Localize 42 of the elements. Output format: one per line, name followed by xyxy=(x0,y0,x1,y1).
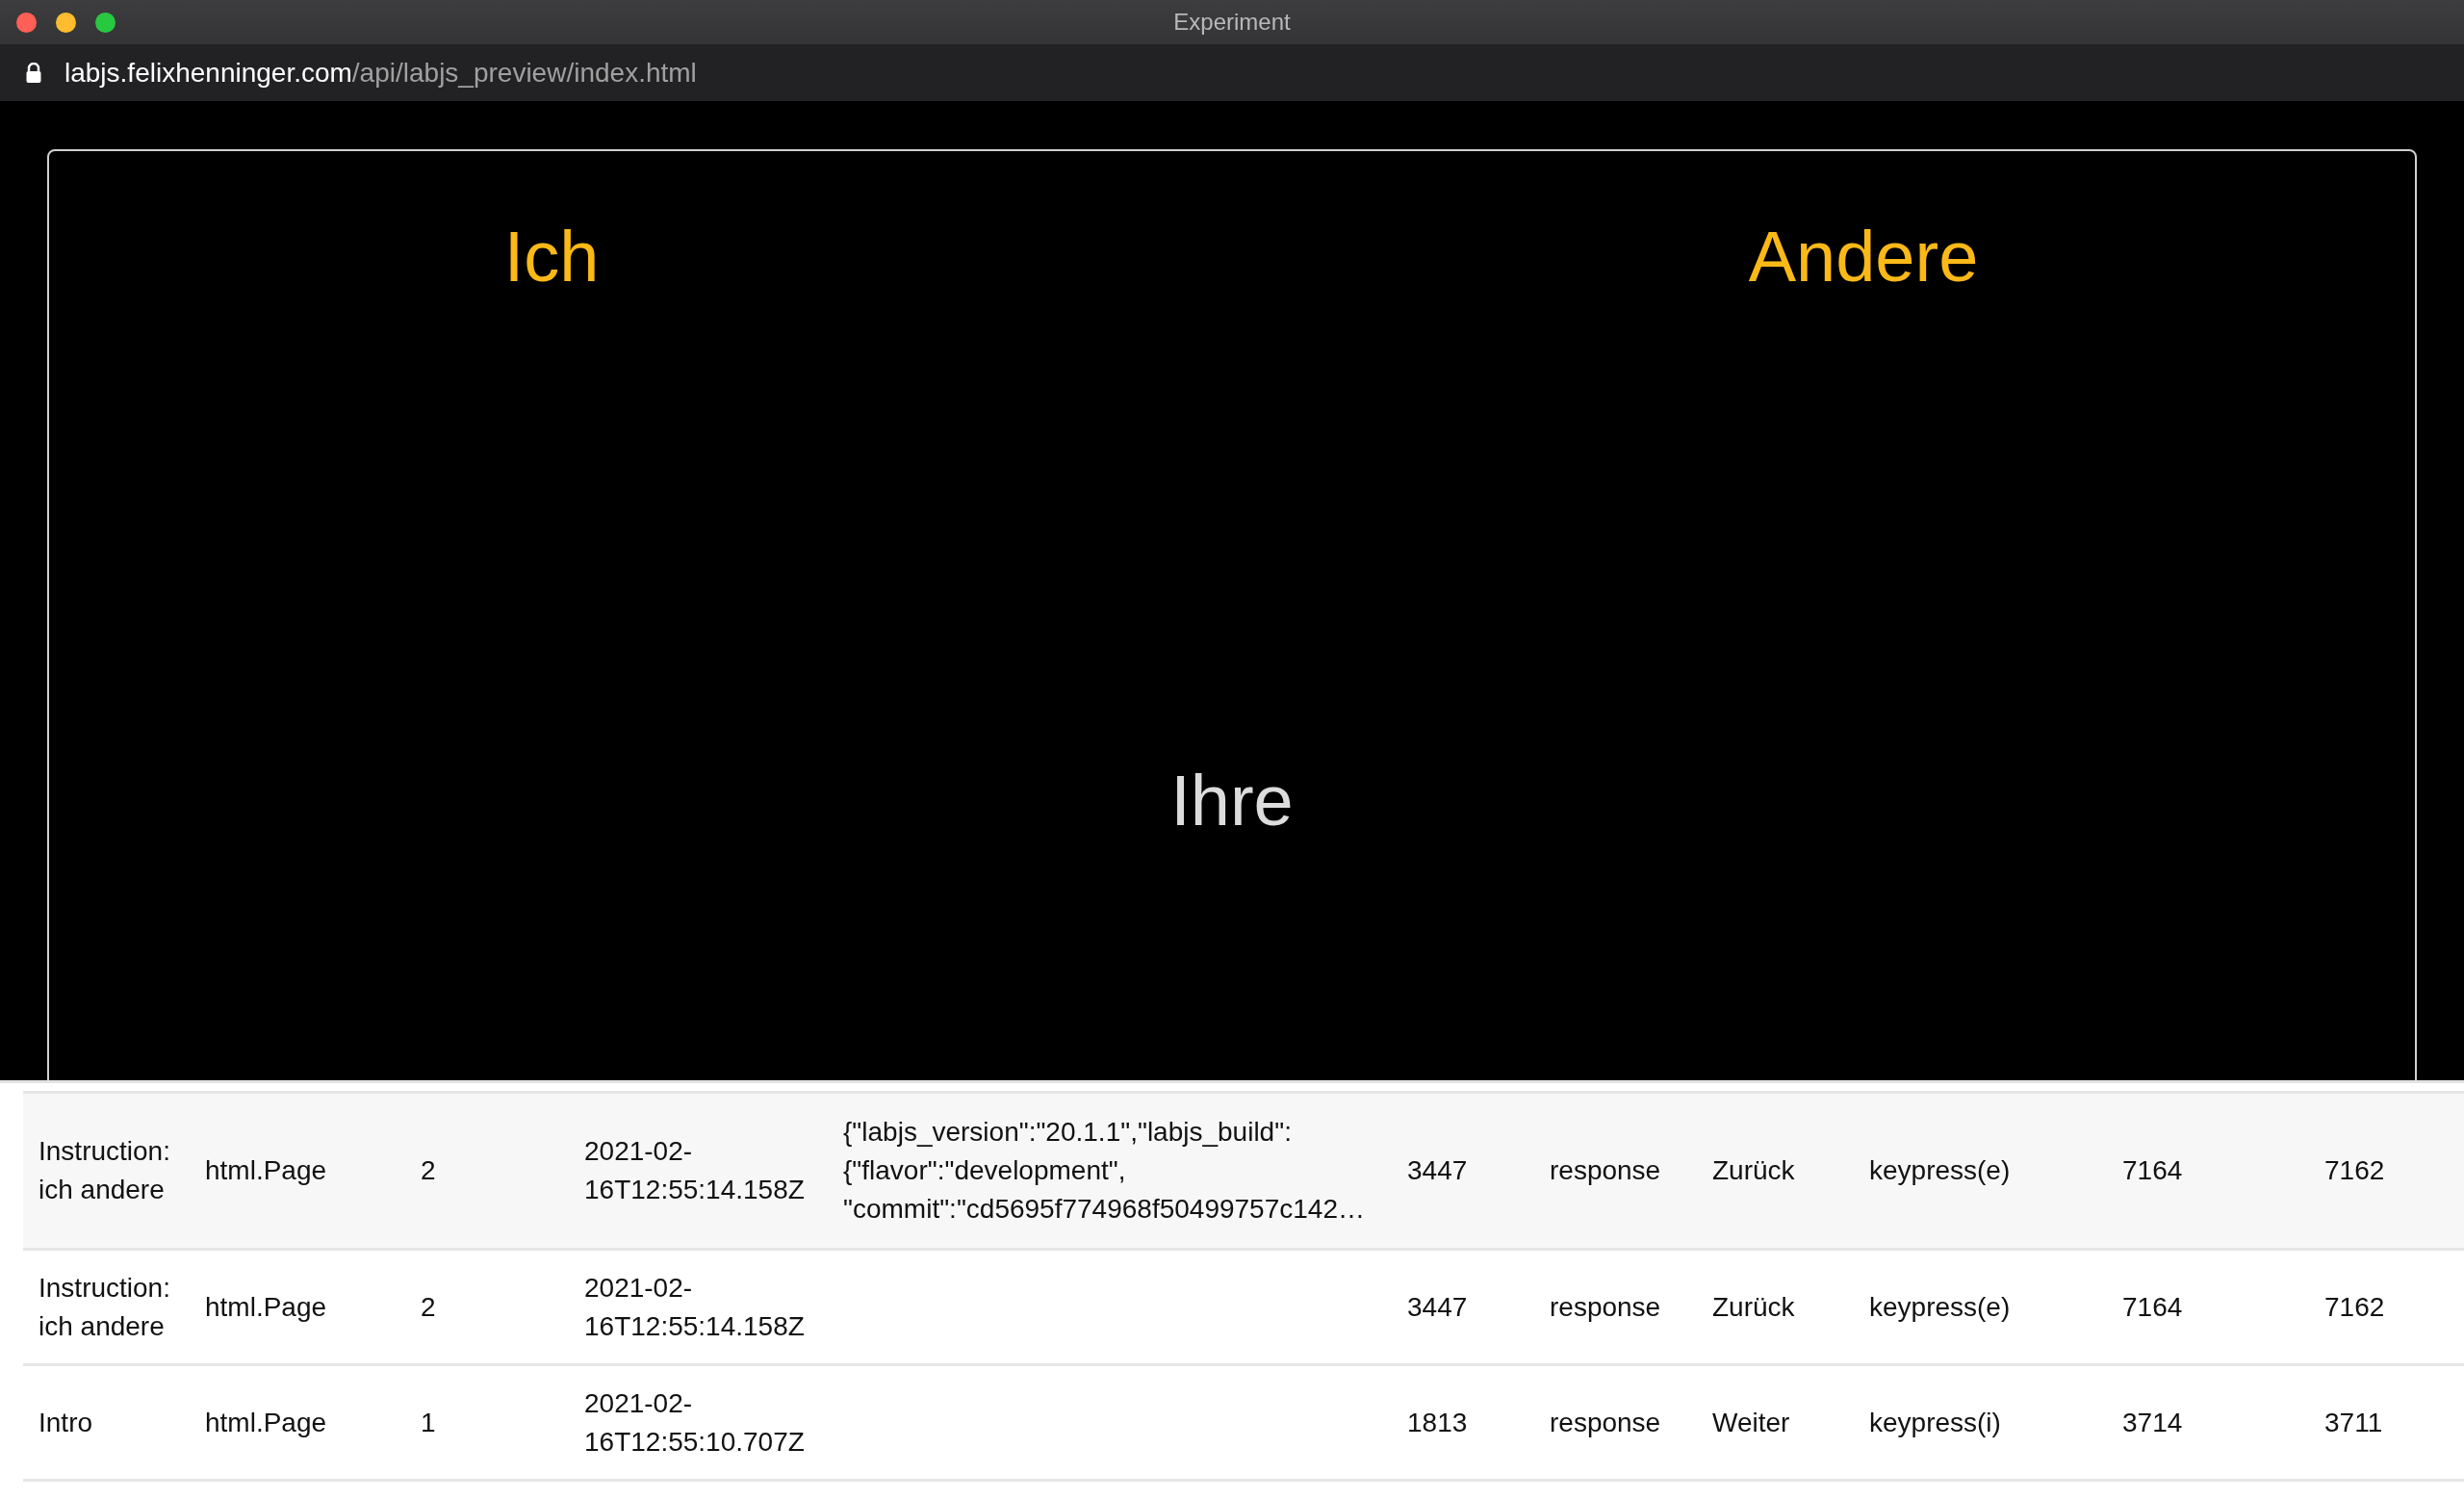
table-cell-text: 2021-02- 16T12:55:10.707Z xyxy=(584,1386,805,1459)
window-title: Experiment xyxy=(1173,9,1291,36)
table-cell-text: 2 xyxy=(421,1154,436,1187)
table-cell-text: 2 xyxy=(421,1290,436,1324)
table-cell-text: Instruction: ich andere xyxy=(38,1271,170,1343)
table-cell-text: Instruction: ich andere xyxy=(38,1135,170,1206)
table-cell-text: html.Page xyxy=(205,1290,327,1324)
table-cell-text: 2021-02- 16T12:55:14.158Z xyxy=(584,1271,805,1343)
table-cell-text: 7162 xyxy=(2324,1290,2385,1324)
table-cell-text: response xyxy=(1550,1290,1661,1324)
table-cell-text: html.Page xyxy=(205,1154,327,1187)
close-button[interactable] xyxy=(16,12,37,33)
url-host: labjs.felixhenninger.com xyxy=(64,57,352,89)
category-label: Ich xyxy=(503,219,600,296)
url-path: /api/labjs_preview/index.html xyxy=(351,57,697,89)
table-cell-text: Weiter xyxy=(1712,1406,1790,1439)
table-cell-text: Intro xyxy=(38,1406,93,1439)
table-cell-text: {"labjs_version":"20.1.1","labjs_build": {"flavor":"development", "commit":"cd5695f774968f50499757c142… xyxy=(843,1116,1365,1226)
table-cell-text: 3714 xyxy=(2122,1406,2183,1439)
table-cell-text: 7162 xyxy=(2324,1154,2385,1187)
table-cell-text: 7164 xyxy=(2122,1154,2183,1187)
table-cell-text: 3711 xyxy=(2324,1406,2383,1439)
table-cell-text: 7164 xyxy=(2122,1290,2183,1324)
table-cell-text: keypress(e) xyxy=(1869,1154,2011,1187)
table-cell-text: 3447 xyxy=(1407,1290,1468,1324)
table-cell-text: 1813 xyxy=(1407,1406,1468,1439)
lock-icon xyxy=(26,62,41,84)
table-cell-text: response xyxy=(1550,1406,1661,1439)
table-cell-text: Zurück xyxy=(1712,1154,1795,1187)
table-cell-text: 1 xyxy=(421,1406,436,1439)
table-cell-text: keypress(e) xyxy=(1869,1290,2011,1324)
table-cell-text: 2021-02- 16T12:55:14.158Z xyxy=(584,1135,805,1206)
table-cell-text: response xyxy=(1550,1154,1661,1187)
stimulus-word: Ihre xyxy=(1169,763,1295,840)
table-cell-text: 3447 xyxy=(1407,1154,1468,1187)
table-cell-text: keypress(i) xyxy=(1869,1406,2001,1439)
table-cell-text: html.Page xyxy=(205,1406,327,1439)
address-bar[interactable]: labjs.felixhenninger.com/api/labjs_preview/index.html xyxy=(0,44,2464,101)
table-cell-text: Zurück xyxy=(1712,1290,1795,1324)
category-label: Andere xyxy=(1748,219,1979,296)
minimize-button[interactable] xyxy=(56,12,76,33)
zoom-button[interactable] xyxy=(95,12,116,33)
